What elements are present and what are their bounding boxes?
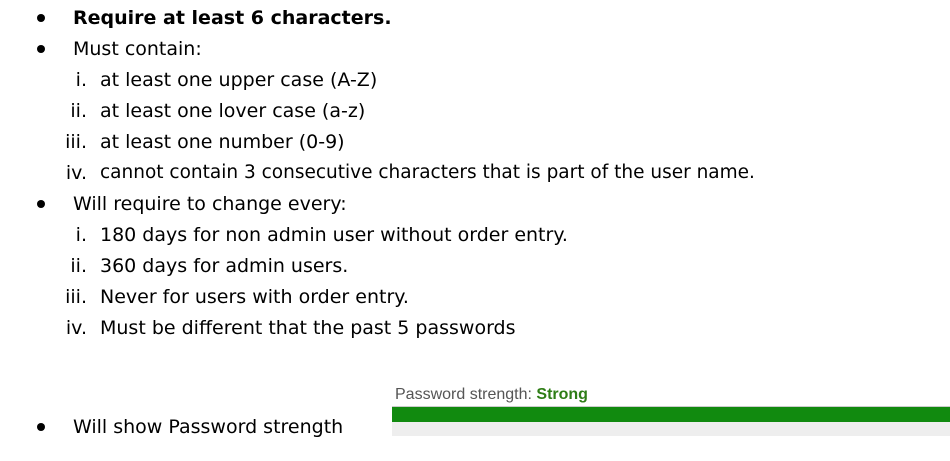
sub-requirement-item: i. 180 days for non admin user without o… (0, 222, 950, 248)
sub-item-text: at least one number (0-9) (100, 131, 345, 153)
requirement-text: Will show Password strength (73, 416, 344, 438)
sub-item-text: 180 days for non admin user without orde… (100, 224, 568, 246)
sub-requirement-item: iii. Never for users with order entry. (0, 284, 950, 310)
sub-requirement-item: i. at least one upper case (A-Z) (0, 67, 950, 93)
sub-item-text: at least one lover case (a-z) (100, 100, 366, 122)
bullet-icon (37, 45, 45, 53)
sub-item-number: i. (75, 69, 87, 91)
requirement-text: Must contain: (73, 38, 202, 60)
password-strength-label: Password strength: Strong (395, 386, 588, 404)
bullet-icon (37, 200, 45, 208)
password-policy-document: Require at least 6 characters. Must cont… (0, 0, 950, 461)
sub-requirement-item: ii. at least one lover case (a-z) (0, 98, 950, 124)
requirement-text: Will require to change every: (73, 193, 347, 215)
sub-requirement-item: iv. Must be different that the past 5 pa… (0, 315, 950, 341)
sub-item-text: at least one upper case (A-Z) (100, 69, 378, 91)
sub-requirement-item: iv. cannot contain 3 consecutive charact… (0, 160, 950, 186)
sub-item-text: cannot contain 3 consecutive characters … (100, 162, 755, 183)
sub-item-text: Never for users with order entry. (100, 286, 409, 308)
password-strength-value: Strong (536, 386, 588, 403)
sub-item-number: iii. (65, 286, 87, 308)
sub-item-text: Must be different that the past 5 passwo… (100, 317, 516, 339)
sub-item-number: iv. (65, 162, 87, 184)
sub-item-number: ii. (70, 255, 87, 277)
password-strength-caption: Password strength: (395, 386, 532, 403)
password-strength-fill (392, 407, 950, 422)
sub-item-number: ii. (70, 100, 87, 122)
sub-item-number: iv. (65, 317, 87, 339)
sub-requirement-item: iii. at least one number (0-9) (0, 129, 950, 155)
bullet-icon (37, 423, 45, 431)
password-strength-meter (392, 406, 950, 436)
sub-item-text: 360 days for admin users. (100, 255, 349, 277)
bullet-icon (37, 14, 45, 22)
sub-requirement-item: ii. 360 days for admin users. (0, 253, 950, 279)
sub-item-number: i. (75, 224, 87, 246)
sub-item-number: iii. (65, 131, 87, 153)
requirement-text: Require at least 6 characters. (73, 7, 392, 29)
